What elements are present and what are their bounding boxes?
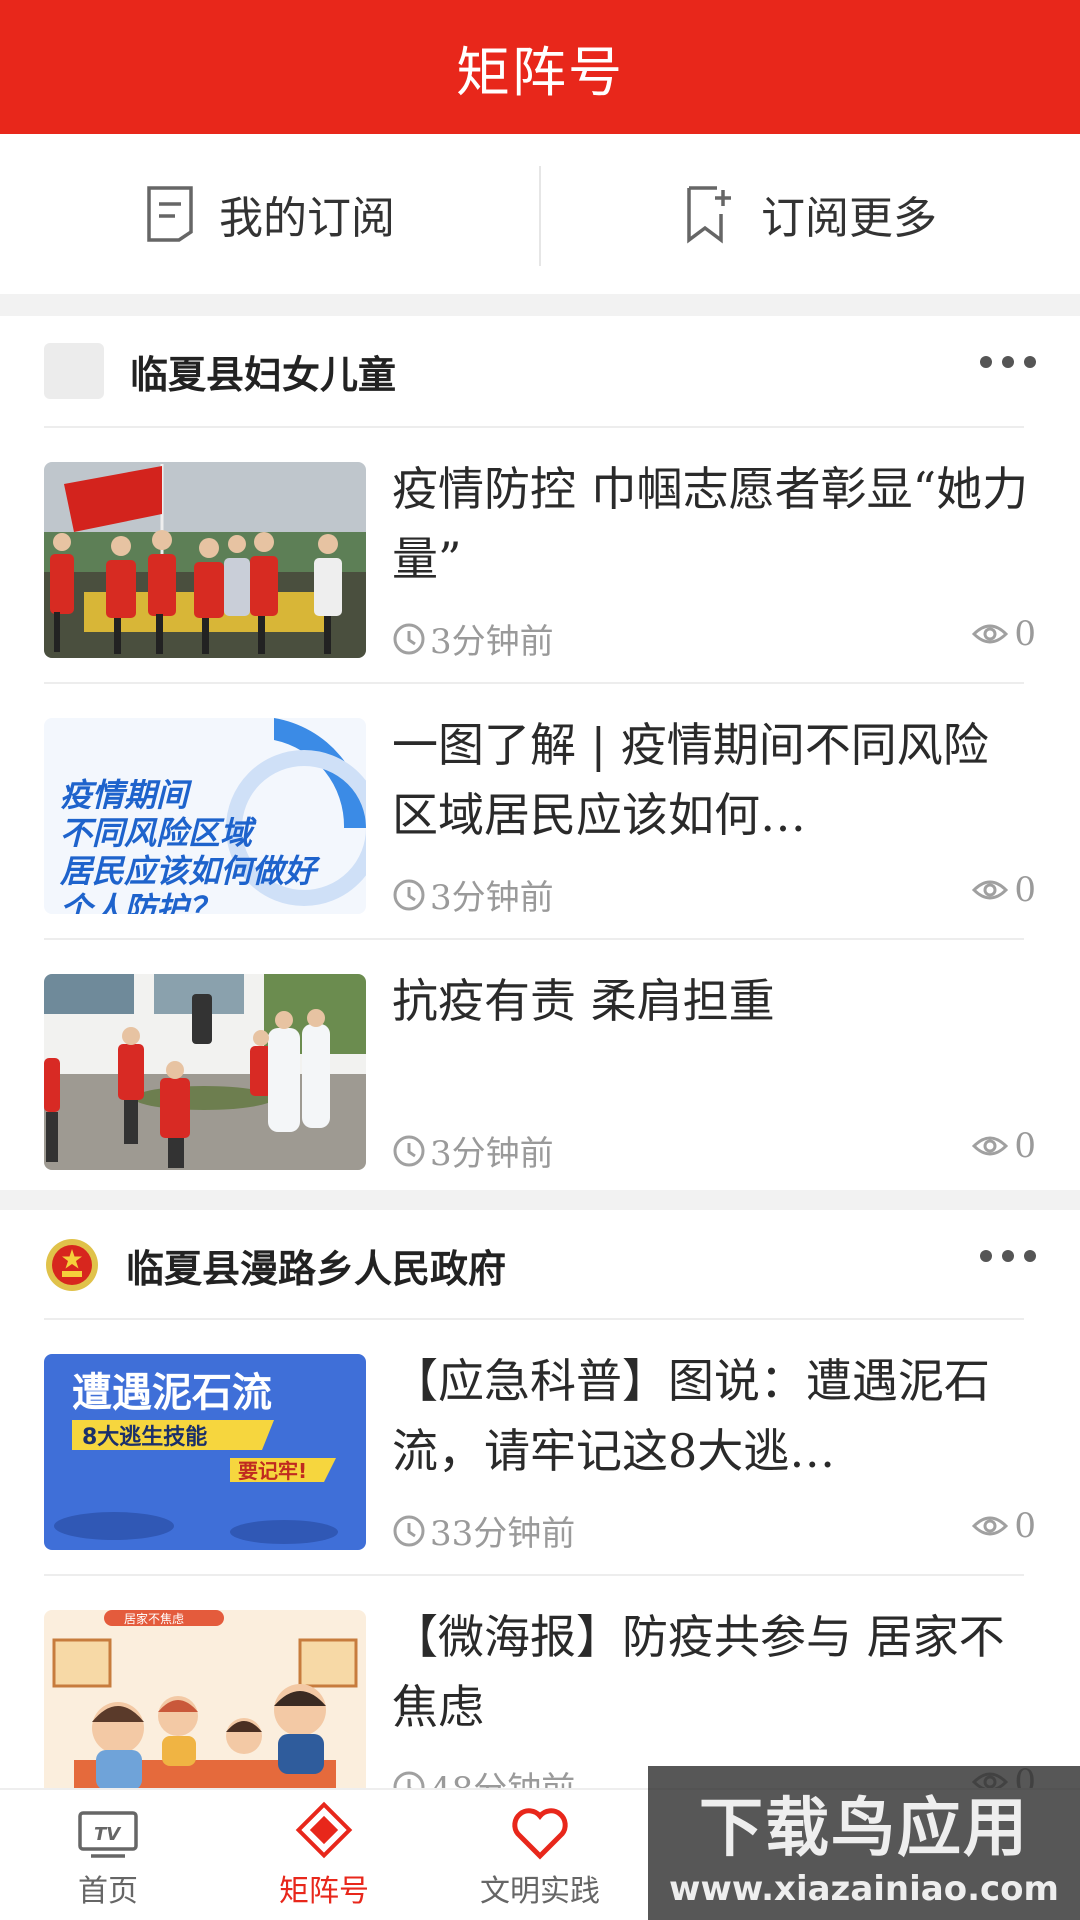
article-views: 0	[972, 870, 1036, 910]
eye-icon	[972, 880, 1009, 900]
article-time: 3分钟前	[392, 1126, 554, 1175]
article-item[interactable]: 抗疫有责 柔肩担重 3分钟前 0	[0, 966, 1080, 1178]
page-title: 矩阵号	[456, 40, 624, 104]
eye-icon	[972, 1516, 1009, 1536]
thumb-caption-tag: 8大逃生技能	[82, 1424, 207, 1450]
divider	[44, 1574, 1024, 1576]
clock-icon	[393, 1515, 425, 1546]
article-views: 0	[972, 1506, 1036, 1546]
subscribe-bar: 我的订阅 订阅更多	[0, 134, 1080, 294]
clock-icon	[393, 623, 425, 654]
heart-icon	[512, 1808, 568, 1860]
tab-civilization-practice[interactable]: 文明实践	[432, 1790, 648, 1920]
account-avatar	[44, 343, 104, 399]
watermark-line1: 下载鸟应用	[699, 1792, 1029, 1866]
watermark-line2: www.xiazainiao.com	[669, 1869, 1059, 1909]
divider	[44, 426, 1024, 428]
account-name: 临夏县漫路乡人民政府	[126, 1246, 507, 1291]
list-doc-icon	[147, 186, 193, 242]
article-time-text: 3分钟前	[430, 878, 554, 918]
subscribe-more-label: 订阅更多	[761, 193, 937, 244]
article-views-count: 0	[1014, 870, 1036, 910]
watermark-overlay: 下载鸟应用 www.xiazainiao.com	[648, 1766, 1080, 1920]
article-time: 3分钟前	[392, 870, 554, 919]
section-gap	[0, 1190, 1080, 1210]
article-views-count: 0	[1014, 614, 1036, 654]
thumb-caption: 居家不焦虑	[124, 1611, 184, 1626]
article-thumbnail	[44, 462, 366, 658]
article-thumbnail: 疫情期间 不同风险区域 居民应该如何做好 个人防护？	[44, 718, 366, 914]
article-time-text: 3分钟前	[430, 622, 554, 662]
article-thumbnail: 遭遇泥石流 8大逃生技能 要记牢!	[44, 1354, 366, 1550]
article-time: 3分钟前	[392, 614, 554, 663]
article-views: 0	[972, 614, 1036, 654]
article-time-text: 3分钟前	[430, 1134, 554, 1174]
thumb-caption-line: 个人防护？	[60, 890, 220, 914]
tab-label: 首页	[78, 1874, 138, 1909]
article-item[interactable]: 疫情防控 巾帼志愿者彰显“她力量” 3分钟前 0	[0, 454, 1080, 666]
thumb-caption-line: 疫情期间	[60, 776, 193, 814]
article-title: 疫情防控 巾帼志愿者彰显“她力量”	[392, 462, 1029, 586]
article-title: 【应急科普】图说：遭遇泥石流，请牢记这8大逃…	[392, 1354, 990, 1478]
article-thumbnail	[44, 974, 366, 1170]
my-subscriptions-label: 我的订阅	[219, 193, 395, 244]
tv-icon: TV	[78, 1811, 138, 1858]
section-gap	[0, 294, 1080, 316]
article-time-text: 33分钟前	[430, 1514, 576, 1554]
subscribe-divider	[539, 166, 541, 266]
divider	[44, 938, 1024, 940]
divider	[44, 682, 1024, 684]
article-title: 抗疫有责 柔肩担重	[392, 974, 775, 1028]
more-options-icon[interactable]	[980, 356, 1036, 368]
thumb-caption-title: 遭遇泥石流	[72, 1370, 272, 1416]
thumb-caption-line: 不同风险区域	[60, 814, 257, 852]
matrix-icon	[295, 1801, 353, 1859]
article-item[interactable]: 遭遇泥石流 8大逃生技能 要记牢! 【应急科普】图说：遭遇泥石流，请牢记这8大逃…	[0, 1346, 1080, 1558]
account-header[interactable]: 临夏县妇女儿童	[0, 318, 1080, 424]
article-views-count: 0	[1014, 1506, 1036, 1546]
bookmark-add-icon	[687, 186, 731, 244]
article-views: 0	[972, 1126, 1036, 1166]
national-emblem-icon	[46, 1239, 98, 1291]
article-item[interactable]: 疫情期间 不同风险区域 居民应该如何做好 个人防护？ 一图了解 | 疫情期间不同…	[0, 710, 1080, 922]
app-header: 矩阵号	[0, 0, 1080, 134]
thumb-caption-line: 居民应该如何做好	[59, 852, 321, 890]
tab-matrix[interactable]: 矩阵号	[216, 1790, 432, 1920]
tab-home[interactable]: TV 首页	[0, 1790, 216, 1920]
eye-icon	[972, 1136, 1009, 1156]
eye-icon	[972, 624, 1009, 644]
thumb-caption-note: 要记牢!	[238, 1459, 307, 1483]
clock-icon	[393, 879, 425, 910]
tv-icon-text: TV	[94, 1824, 122, 1845]
subscribe-more-button[interactable]: 订阅更多	[540, 134, 1080, 294]
article-title: 【微海报】防疫共参与 居家不焦虑	[392, 1610, 1005, 1734]
account-name: 临夏县妇女儿童	[130, 352, 397, 397]
clock-icon	[393, 1135, 425, 1166]
tab-label: 文明实践	[480, 1874, 600, 1909]
my-subscriptions-button[interactable]: 我的订阅	[0, 134, 540, 294]
article-time: 33分钟前	[392, 1506, 575, 1555]
more-options-icon[interactable]	[980, 1250, 1036, 1262]
tab-label: 矩阵号	[279, 1874, 369, 1909]
article-title: 一图了解 | 疫情期间不同风险区域居民应该如何…	[392, 718, 989, 842]
article-views-count: 0	[1014, 1126, 1036, 1166]
article-thumbnail: 居家不焦虑	[44, 1610, 366, 1806]
account-header[interactable]: 临夏县漫路乡人民政府	[0, 1212, 1080, 1318]
divider	[44, 1318, 1024, 1320]
